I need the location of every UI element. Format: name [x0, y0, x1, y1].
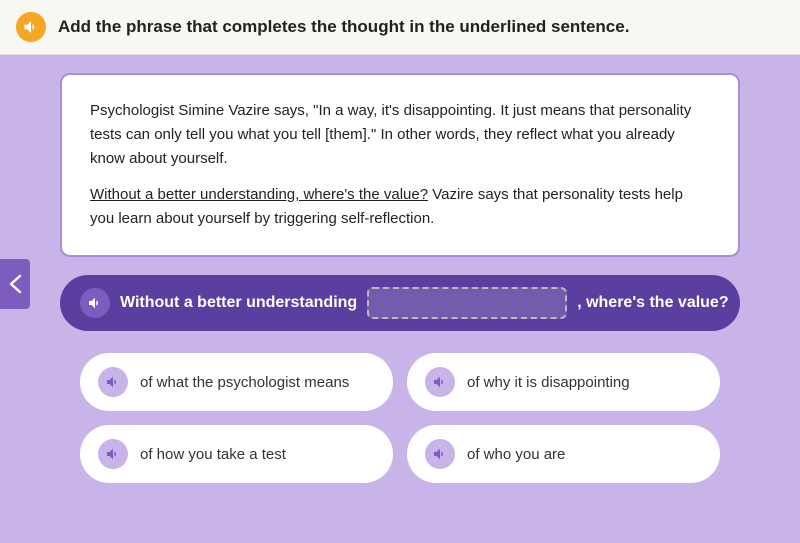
paragraph-2: Without a better understanding, where's … [90, 183, 710, 231]
fill-bar-before-text: Without a better understanding [120, 294, 357, 312]
audio-icon[interactable] [16, 12, 46, 42]
paragraph-1: Psychologist Simine Vazire says, "In a w… [90, 99, 710, 171]
fill-bar-audio-button[interactable] [80, 288, 110, 318]
option-3-audio-icon[interactable] [98, 439, 128, 469]
option-2-label: of why it is disappointing [467, 374, 630, 391]
instruction-text: Add the phrase that completes the though… [58, 17, 629, 37]
options-area: of what the psychologist means of why it… [60, 353, 740, 483]
header: Add the phrase that completes the though… [0, 0, 800, 55]
left-arrow-button[interactable] [0, 259, 30, 309]
option-3-label: of how you take a test [140, 446, 286, 463]
option-2-audio-icon[interactable] [425, 367, 455, 397]
option-4-audio-icon[interactable] [425, 439, 455, 469]
main-content: Psychologist Simine Vazire says, "In a w… [0, 55, 800, 543]
reading-card: Psychologist Simine Vazire says, "In a w… [60, 73, 740, 257]
underlined-sentence: Without a better understanding, where's … [90, 186, 428, 203]
option-4-label: of who you are [467, 446, 565, 463]
fill-sentence-bar: Without a better understanding , where's… [60, 275, 740, 331]
option-1-label: of what the psychologist means [140, 374, 349, 391]
option-1-button[interactable]: of what the psychologist means [80, 353, 393, 411]
option-2-button[interactable]: of why it is disappointing [407, 353, 720, 411]
option-3-button[interactable]: of how you take a test [80, 425, 393, 483]
fill-blank-box[interactable] [367, 287, 567, 319]
option-1-audio-icon[interactable] [98, 367, 128, 397]
fill-bar-after-text: , where's the value? [577, 294, 728, 312]
option-4-button[interactable]: of who you are [407, 425, 720, 483]
